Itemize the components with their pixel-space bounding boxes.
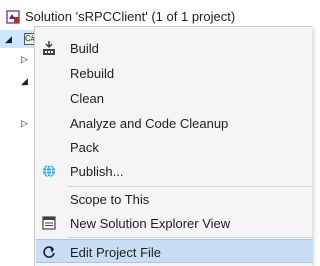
menu-item-label: Publish... [70, 164, 124, 179]
menu-item-pack[interactable]: Pack [36, 135, 313, 159]
expand-arrow-icon[interactable]: ▷ [21, 118, 28, 128]
menu-item-label: Rebuild [70, 66, 115, 81]
collapse-arrow-icon[interactable]: ◢ [5, 34, 12, 44]
menu-item-label: Build [70, 41, 99, 56]
menu-item-label: Pack [70, 140, 99, 155]
new-window-icon [41, 215, 57, 231]
edit-refresh-icon [41, 244, 57, 260]
solution-icon [6, 10, 20, 24]
menu-item-analyze-and-code-cleanup[interactable]: Analyze and Code Cleanup [36, 111, 313, 135]
menu-item-clean[interactable]: Clean [36, 86, 313, 110]
solution-node[interactable]: Solution 'sRPCClient' (1 of 1 project) [0, 8, 312, 26]
menu-item-label: New Solution Explorer View [70, 216, 231, 231]
globe-icon [41, 163, 57, 179]
menu-item-edit-project-file[interactable]: Edit Project File [36, 239, 313, 263]
menu-item-build[interactable]: Build [36, 36, 313, 60]
build-icon [41, 40, 57, 56]
menu-item-label: Analyze and Code Cleanup [70, 116, 229, 131]
expand-arrow-icon[interactable]: ▷ [21, 54, 28, 64]
menu-separator [68, 237, 312, 238]
menu-item-label: Edit Project File [70, 245, 162, 260]
menu-item-publish[interactable]: Publish... [36, 159, 313, 183]
collapse-arrow-icon[interactable]: ◢ [21, 76, 28, 86]
solution-label: Solution 'sRPCClient' (1 of 1 project) [25, 9, 236, 24]
solution-explorer-window: Solution 'sRPCClient' (1 of 1 project) ◢… [0, 0, 313, 266]
menu-item-label: Clean [70, 91, 104, 106]
menu-item-new-solution-explorer-view[interactable]: New Solution Explorer View [36, 211, 313, 235]
menu-item-scope-to-this[interactable]: Scope to This [36, 187, 313, 211]
menu-item-rebuild[interactable]: Rebuild [36, 61, 313, 85]
context-menu: Build Rebuild Clean Analyze and Code Cle… [34, 26, 313, 266]
menu-item-label: Scope to This [70, 192, 150, 207]
